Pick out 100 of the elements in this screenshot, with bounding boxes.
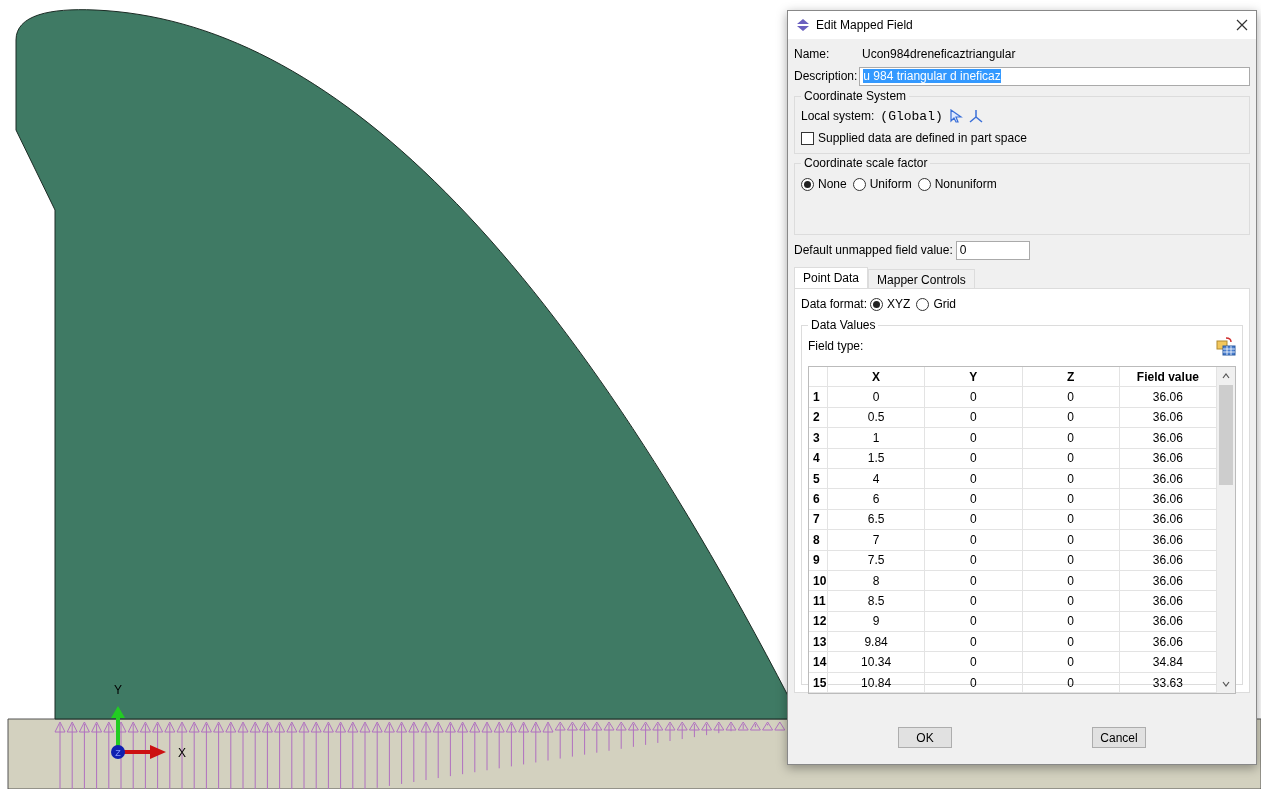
table-cell: 0 <box>1022 672 1120 693</box>
table-cell: 36.06 <box>1119 611 1217 632</box>
table-cell: 36.06 <box>1119 407 1217 428</box>
table-cell: 0.5 <box>827 407 925 428</box>
axis-triad-drawing <box>111 706 166 759</box>
table-cell: 0 <box>1022 590 1120 612</box>
table-cell: 33.63 <box>1119 672 1217 693</box>
table-cell: 0 <box>924 448 1022 469</box>
table-cell: 34.84 <box>1119 651 1217 673</box>
row-header: 12 <box>809 611 828 632</box>
field-label: Default unmapped field value: <box>794 243 953 257</box>
dialog-button[interactable]: Cancel <box>1092 727 1146 748</box>
table-cell: 8 <box>827 570 925 591</box>
row-header: 9 <box>809 550 828 571</box>
row-header: 2 <box>809 407 828 428</box>
coordinate-system-value: (Global) <box>880 108 943 124</box>
table-cell: 0 <box>1022 631 1120 652</box>
row-header: 10 <box>809 570 828 591</box>
tab[interactable]: Mapper Controls <box>868 269 975 288</box>
row-header: 5 <box>809 468 828 489</box>
table-cell: 36.06 <box>1119 386 1217 408</box>
table-cell: 0 <box>924 529 1022 550</box>
table-cell: 8.5 <box>827 590 925 612</box>
column-header[interactable]: X <box>827 367 925 387</box>
table-cell: 0 <box>1022 488 1120 510</box>
table-cell: 0 <box>924 611 1022 632</box>
table-import-icon[interactable] <box>1216 336 1236 356</box>
axes-icon[interactable] <box>968 109 983 123</box>
table-cell: 9 <box>827 611 925 632</box>
caret-icon <box>1222 373 1230 379</box>
table-cell: 36.06 <box>1119 590 1217 612</box>
table-cell: 6.5 <box>827 509 925 530</box>
table-cell: 36.06 <box>1119 631 1217 652</box>
radio-label: Nonuniform <box>934 177 997 191</box>
radio-button[interactable] <box>852 177 866 191</box>
radio-button[interactable] <box>870 297 884 311</box>
checkbox-label: Supplied data are defined in part space <box>818 131 1027 145</box>
table-cell: 7.5 <box>827 550 925 571</box>
table-cell: 0 <box>1022 509 1120 530</box>
caret-icon <box>1222 681 1230 688</box>
table-cell: 0 <box>1022 407 1120 428</box>
table-cell: 0 <box>1022 550 1120 571</box>
table-cell: 36.06 <box>1119 570 1217 591</box>
table-cell: 4 <box>827 468 925 489</box>
table-cell: 0 <box>924 550 1022 571</box>
radio-button[interactable] <box>916 297 930 311</box>
table-cell: 36.06 <box>1119 468 1217 489</box>
scrollbar[interactable] <box>1217 367 1235 694</box>
row-header: 6 <box>809 488 828 510</box>
radio-button[interactable] <box>917 177 931 191</box>
field-label: Field type: <box>808 339 864 353</box>
table-cell: 0 <box>924 468 1022 489</box>
window-title: Edit Mapped Field <box>816 18 914 32</box>
table-cell: 10.34 <box>827 651 925 673</box>
field-label: Data format: <box>801 297 868 311</box>
field-label: Description: <box>794 69 858 83</box>
group-title: Coordinate scale factor <box>801 156 931 170</box>
column-header[interactable]: Field value <box>1119 367 1217 387</box>
table-cell: 0 <box>1022 427 1120 449</box>
dialog-button[interactable]: OK <box>898 727 952 748</box>
table-cell: 36.06 <box>1119 529 1217 550</box>
table-cell: 0 <box>1022 651 1120 673</box>
close-icon[interactable] <box>1236 19 1248 31</box>
axis-label: X <box>178 746 186 760</box>
row-header: 4 <box>809 448 828 469</box>
table-cell: 1 <box>827 427 925 449</box>
radio-button[interactable] <box>801 177 814 191</box>
table-cell: 0 <box>1022 529 1120 550</box>
column-header[interactable]: Z <box>1022 367 1120 387</box>
table-cell: 10.84 <box>827 672 925 693</box>
table-cell: 0 <box>924 427 1022 449</box>
axis-label: Z <box>115 748 121 758</box>
radio-label: Uniform <box>869 177 912 191</box>
checkbox[interactable] <box>801 131 814 145</box>
name-value: Ucon984dreneficaztriangular <box>862 47 1016 61</box>
radio-label: Grid <box>933 297 957 311</box>
table-cell: 0 <box>924 672 1022 693</box>
row-header: 7 <box>809 509 828 530</box>
table-cell: 0 <box>924 651 1022 673</box>
radio-label: XYZ <box>887 297 911 311</box>
default-value-field[interactable]: 0 <box>955 240 1030 260</box>
table-cell: 0 <box>924 509 1022 530</box>
cursor-icon[interactable] <box>948 109 963 123</box>
table-cell: 0 <box>827 386 925 408</box>
table-cell: 0 <box>1022 570 1120 591</box>
table-cell: 6 <box>827 488 925 510</box>
radio-label: None <box>818 177 847 191</box>
column-header[interactable]: Y <box>924 367 1022 387</box>
table-cell: 0 <box>1022 386 1120 408</box>
table-cell: 36.06 <box>1119 448 1217 469</box>
table-cell: 36.06 <box>1119 509 1217 530</box>
scrollbar-thumb[interactable] <box>1219 385 1233 485</box>
table-cell: 0 <box>924 386 1022 408</box>
row-header: 3 <box>809 427 828 449</box>
field-label: Name: <box>794 47 831 61</box>
tab[interactable]: Point Data <box>794 267 869 288</box>
row-header: 8 <box>809 529 828 550</box>
table-cell: 0 <box>1022 448 1120 469</box>
table-cell: 7 <box>827 529 925 550</box>
table-cell: 1.5 <box>827 448 925 469</box>
